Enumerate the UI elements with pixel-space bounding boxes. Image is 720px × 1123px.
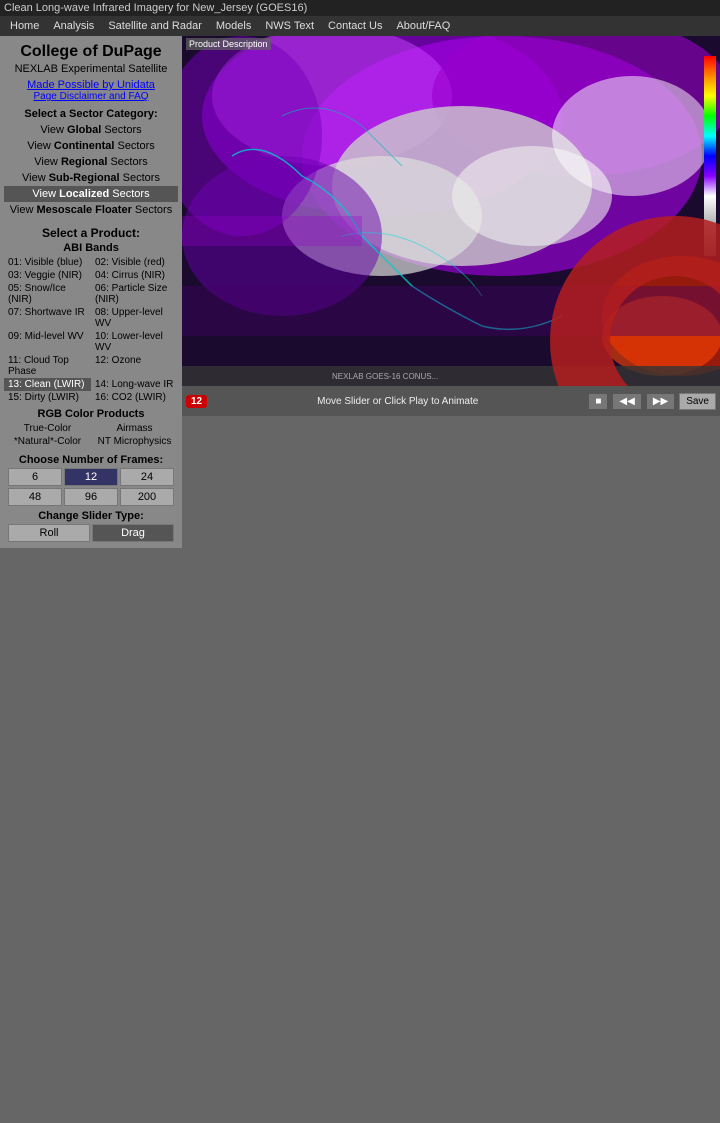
- nav-home[interactable]: Home: [6, 18, 43, 34]
- sector-mesoscale[interactable]: View Mesoscale Floater Sectors: [4, 202, 178, 218]
- frame-48[interactable]: 48: [8, 488, 62, 506]
- page-title: Clean Long-wave Infrared Imagery for New…: [4, 2, 307, 14]
- nav-bar: Home Analysis Satellite and Radar Models…: [0, 16, 720, 36]
- rgb-header: RGB Color Products: [4, 408, 178, 420]
- band-01[interactable]: 01: Visible (blue): [4, 256, 91, 269]
- content-area: NEXLAB GOES-16 CONUS... Product Descript…: [182, 36, 720, 548]
- product-desc-label: Product Description: [186, 38, 271, 50]
- sector-localized[interactable]: View Localized Sectors: [4, 186, 178, 202]
- rgb-natural-color[interactable]: *Natural*-Color: [4, 435, 91, 448]
- nav-about-faq[interactable]: About/FAQ: [392, 18, 454, 34]
- frame-24[interactable]: 24: [120, 468, 174, 486]
- band-06[interactable]: 06: Particle Size (NIR): [91, 282, 178, 306]
- band-09[interactable]: 09: Mid-level WV: [4, 330, 91, 354]
- frame-200[interactable]: 200: [120, 488, 174, 506]
- product-header: Select a Product:: [4, 226, 178, 240]
- rgb-truecolor[interactable]: True-Color: [4, 422, 91, 435]
- band-12[interactable]: 12: Ozone: [91, 354, 178, 378]
- slider-type-buttons: Roll Drag: [4, 524, 178, 542]
- slider-instruction: Move Slider or Click Play to Animate: [211, 396, 584, 407]
- nav-contact-us[interactable]: Contact Us: [324, 18, 386, 34]
- sector-global[interactable]: View Global Sectors: [4, 122, 178, 138]
- play-button[interactable]: ▶▶: [646, 393, 675, 410]
- satellite-image-area: NEXLAB GOES-16 CONUS... Product Descript…: [182, 36, 720, 386]
- stop-button[interactable]: ■: [588, 393, 608, 410]
- band-14[interactable]: 14: Long-wave IR: [91, 378, 178, 391]
- controls-bar: 12 Move Slider or Click Play to Animate …: [182, 386, 720, 416]
- frame-96[interactable]: 96: [64, 488, 118, 506]
- rgb-grid: True-Color Airmass *Natural*-Color NT Mi…: [4, 422, 178, 448]
- college-name: College of DuPage: [4, 42, 178, 61]
- band-08[interactable]: 08: Upper-level WV: [91, 306, 178, 330]
- disclaimer-link[interactable]: Page Disclaimer and FAQ: [4, 91, 178, 102]
- sector-category-header: Select a Sector Category:: [4, 108, 178, 120]
- slider-drag[interactable]: Drag: [92, 524, 174, 542]
- sector-subregional[interactable]: View Sub-Regional Sectors: [4, 170, 178, 186]
- slider-type-header: Change Slider Type:: [4, 510, 178, 522]
- band-07[interactable]: 07: Shortwave IR: [4, 306, 91, 330]
- frame-count-badge: 12: [186, 395, 207, 408]
- nav-nws-text[interactable]: NWS Text: [261, 18, 318, 34]
- nav-satellite-radar[interactable]: Satellite and Radar: [104, 18, 206, 34]
- frame-6[interactable]: 6: [8, 468, 62, 486]
- band-11[interactable]: 11: Cloud Top Phase: [4, 354, 91, 378]
- sidebar: College of DuPage NEXLAB Experimental Sa…: [0, 36, 182, 548]
- nexlab-label: NEXLAB Experimental Satellite: [4, 63, 178, 75]
- step-back-button[interactable]: ◀◀: [612, 393, 641, 410]
- frame-12[interactable]: 12: [64, 468, 118, 486]
- rgb-nt-microphysics[interactable]: NT Microphysics: [91, 435, 178, 448]
- below-image-area: [182, 416, 720, 548]
- frames-header: Choose Number of Frames:: [4, 454, 178, 466]
- band-02[interactable]: 02: Visible (red): [91, 256, 178, 269]
- rgb-airmass[interactable]: Airmass: [91, 422, 178, 435]
- main-layout: College of DuPage NEXLAB Experimental Sa…: [0, 36, 720, 548]
- band-15[interactable]: 15: Dirty (LWIR): [4, 391, 91, 404]
- svg-text:NEXLAB GOES-16 CONUS...: NEXLAB GOES-16 CONUS...: [332, 372, 438, 381]
- title-bar: Clean Long-wave Infrared Imagery for New…: [0, 0, 720, 16]
- band-10[interactable]: 10: Lower-level WV: [91, 330, 178, 354]
- band-04[interactable]: 04: Cirrus (NIR): [91, 269, 178, 282]
- unidata-link[interactable]: Made Possible by Unidata: [4, 79, 178, 91]
- abi-header: ABI Bands: [4, 242, 178, 254]
- slider-roll[interactable]: Roll: [8, 524, 90, 542]
- band-grid: 01: Visible (blue) 02: Visible (red) 03:…: [4, 256, 178, 404]
- save-button[interactable]: Save: [679, 393, 716, 410]
- nav-analysis[interactable]: Analysis: [49, 18, 98, 34]
- sector-regional[interactable]: View Regional Sectors: [4, 154, 178, 170]
- frames-grid: 6 12 24 48 96 200: [4, 468, 178, 506]
- band-16[interactable]: 16: CO2 (LWIR): [91, 391, 178, 404]
- nav-models[interactable]: Models: [212, 18, 255, 34]
- sector-continental[interactable]: View Continental Sectors: [4, 138, 178, 154]
- band-05[interactable]: 05: Snow/Ice (NIR): [4, 282, 91, 306]
- band-13[interactable]: 13: Clean (LWIR): [4, 378, 91, 391]
- band-03[interactable]: 03: Veggie (NIR): [4, 269, 91, 282]
